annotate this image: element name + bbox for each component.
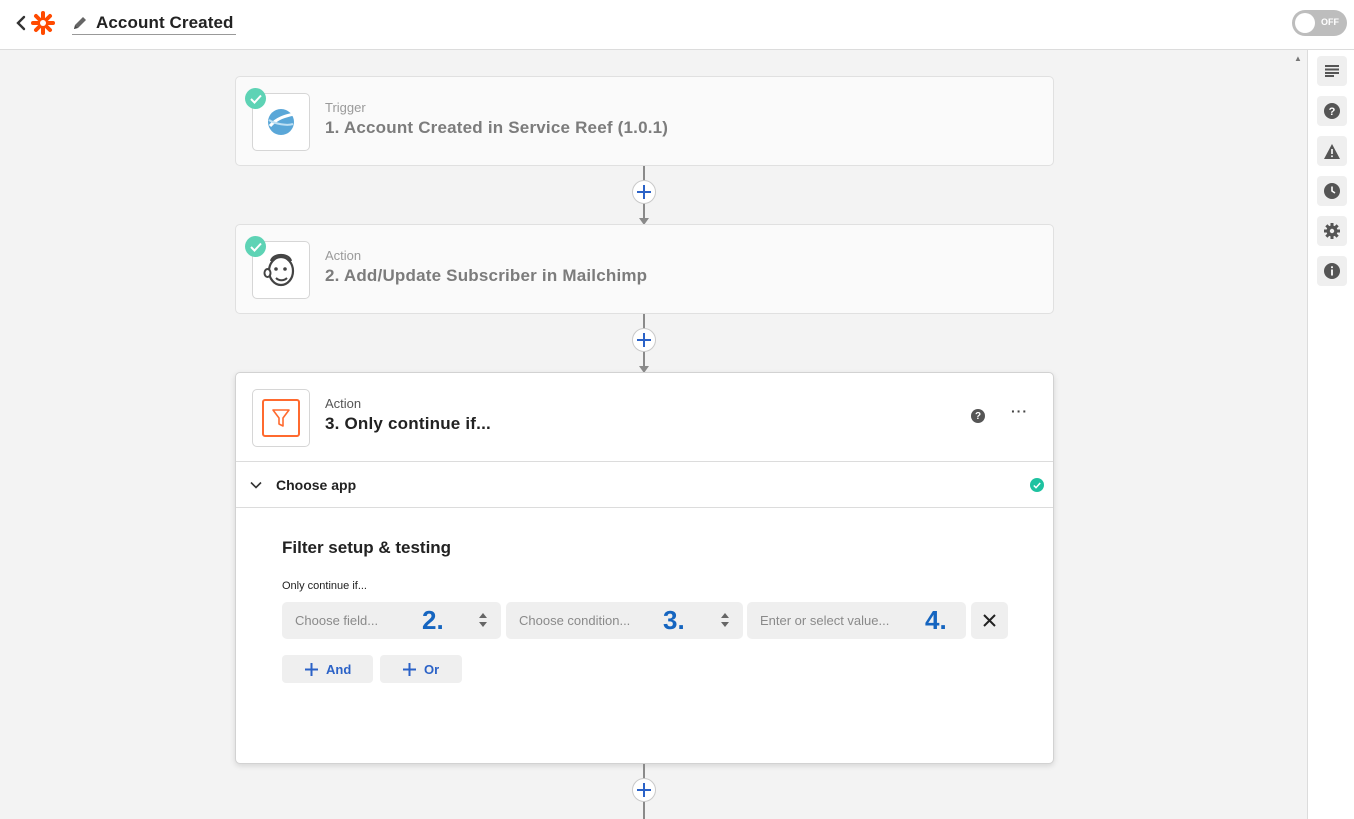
step-kind: Trigger (325, 100, 366, 115)
close-icon (983, 614, 996, 627)
step-help-button[interactable]: ? (971, 409, 985, 423)
step-name: 1. Account Created in Service Reef (1.0.… (325, 118, 669, 137)
condition-placeholder: Choose condition... (519, 613, 631, 628)
filter-title: Filter setup & testing (282, 538, 452, 557)
toggle-knob (1295, 13, 1315, 33)
svg-text:?: ? (1329, 106, 1336, 118)
chevron-down-icon (250, 481, 262, 489)
step-name: 3. Only continue if... (325, 414, 491, 433)
field-placeholder: Choose field... (295, 613, 379, 628)
warning-button[interactable] (1317, 136, 1347, 166)
updown-arrows-icon (479, 613, 487, 627)
help-button[interactable]: ? (1317, 96, 1347, 126)
zap-title: Account Created (96, 12, 234, 32)
help-icon: ? (1324, 103, 1340, 119)
plus-icon (403, 662, 416, 676)
settings-button[interactable] (1317, 216, 1347, 246)
pencil-icon (74, 16, 86, 29)
choose-condition-select[interactable]: Choose condition... 3. (506, 602, 743, 639)
plus-icon (637, 333, 651, 347)
right-sidebar: ? (1307, 50, 1354, 819)
remove-condition-button[interactable] (971, 602, 1008, 639)
step-card-mailchimp[interactable]: Action 2. Add/Update Subscriber in Mailc… (235, 224, 1054, 314)
step-name: 2. Add/Update Subscriber in Mailchimp (325, 266, 648, 285)
add-step-button[interactable] (632, 328, 656, 352)
toggle-label: OFF (1321, 17, 1339, 27)
section-label: Choose app (276, 477, 357, 493)
choose-app-section-toggle[interactable]: Choose app (236, 461, 1053, 508)
annotation-number: 3. (663, 605, 685, 635)
value-placeholder: Enter or select value... (760, 613, 890, 628)
mailchimp-icon (263, 253, 295, 287)
zap-on-off-toggle[interactable]: OFF (1292, 10, 1347, 36)
section-complete-check-icon (1030, 478, 1044, 492)
annotation-number: 4. (925, 605, 947, 635)
value-input[interactable]: Enter or select value... 4. (747, 602, 966, 639)
step-card-filter: Action 3. Only continue if... ? ··· Choo… (235, 372, 1054, 764)
choose-field-select[interactable]: Choose field... 2. (282, 602, 501, 639)
filter-icon (262, 399, 300, 437)
help-glyph: ? (974, 410, 982, 422)
step-kind: Action (325, 396, 362, 411)
history-button[interactable] (1317, 176, 1347, 206)
updown-arrows-icon (721, 613, 729, 627)
step-card-trigger[interactable]: Trigger 1. Account Created in Service Re… (235, 76, 1054, 166)
or-label: Or (424, 661, 440, 677)
top-bar: Account Created OFF (0, 0, 1354, 50)
filter-subtitle: Only continue if... (282, 580, 367, 592)
plus-icon (305, 662, 318, 676)
step-more-menu-button[interactable]: ··· (1011, 403, 1028, 419)
service-reef-icon (268, 109, 295, 135)
add-and-condition-button[interactable]: And (282, 655, 373, 683)
warning-icon (1324, 143, 1340, 159)
outline-icon (1325, 65, 1339, 77)
step-kind: Action (325, 248, 362, 263)
add-step-button[interactable] (632, 180, 656, 204)
step-complete-check-icon (245, 88, 266, 109)
scroll-up-arrow-icon[interactable]: ▲ (1294, 54, 1302, 63)
zapier-logo-icon[interactable] (31, 11, 55, 35)
settings-icon (1324, 223, 1340, 239)
back-chevron-icon[interactable] (14, 13, 28, 33)
outline-button[interactable] (1317, 56, 1347, 86)
info-icon (1324, 263, 1340, 279)
add-or-condition-button[interactable]: Or (380, 655, 462, 683)
info-button[interactable] (1317, 256, 1347, 286)
annotation-number: 2. (422, 605, 444, 635)
add-step-button[interactable] (632, 778, 656, 802)
history-icon (1324, 183, 1340, 199)
zap-title-editor[interactable]: Account Created (72, 11, 236, 35)
plus-icon (637, 185, 651, 199)
step-complete-check-icon (245, 236, 266, 257)
and-label: And (326, 661, 352, 677)
plus-icon (637, 783, 651, 797)
app-icon-box (252, 389, 310, 447)
